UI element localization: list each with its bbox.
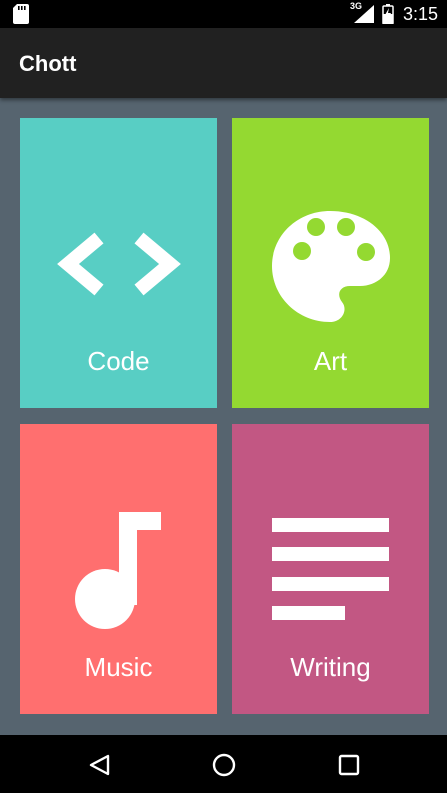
battery-charging-icon xyxy=(382,4,394,24)
signal-icon xyxy=(354,5,374,23)
category-tile-code[interactable]: Code xyxy=(20,118,217,408)
app-bar: Chott xyxy=(0,28,447,98)
category-grid: Code Art Music Writing xyxy=(0,98,447,735)
home-icon[interactable] xyxy=(211,752,237,778)
sd-card-icon xyxy=(13,4,29,24)
category-label: Art xyxy=(313,346,348,376)
category-label: Music xyxy=(84,652,153,682)
category-label: Writing xyxy=(290,652,371,682)
category-label: Code xyxy=(87,346,150,376)
category-tile-music[interactable]: Music xyxy=(20,424,217,714)
status-bar: 3G 3:15 xyxy=(0,0,447,28)
recents-icon[interactable] xyxy=(336,752,362,778)
back-icon[interactable] xyxy=(86,752,112,778)
app-title: Chott xyxy=(19,51,77,76)
clock: 3:15 xyxy=(403,4,439,24)
category-tile-art[interactable]: Art xyxy=(232,118,429,408)
navigation-bar xyxy=(0,735,447,793)
category-tile-writing[interactable]: Writing xyxy=(232,424,429,714)
